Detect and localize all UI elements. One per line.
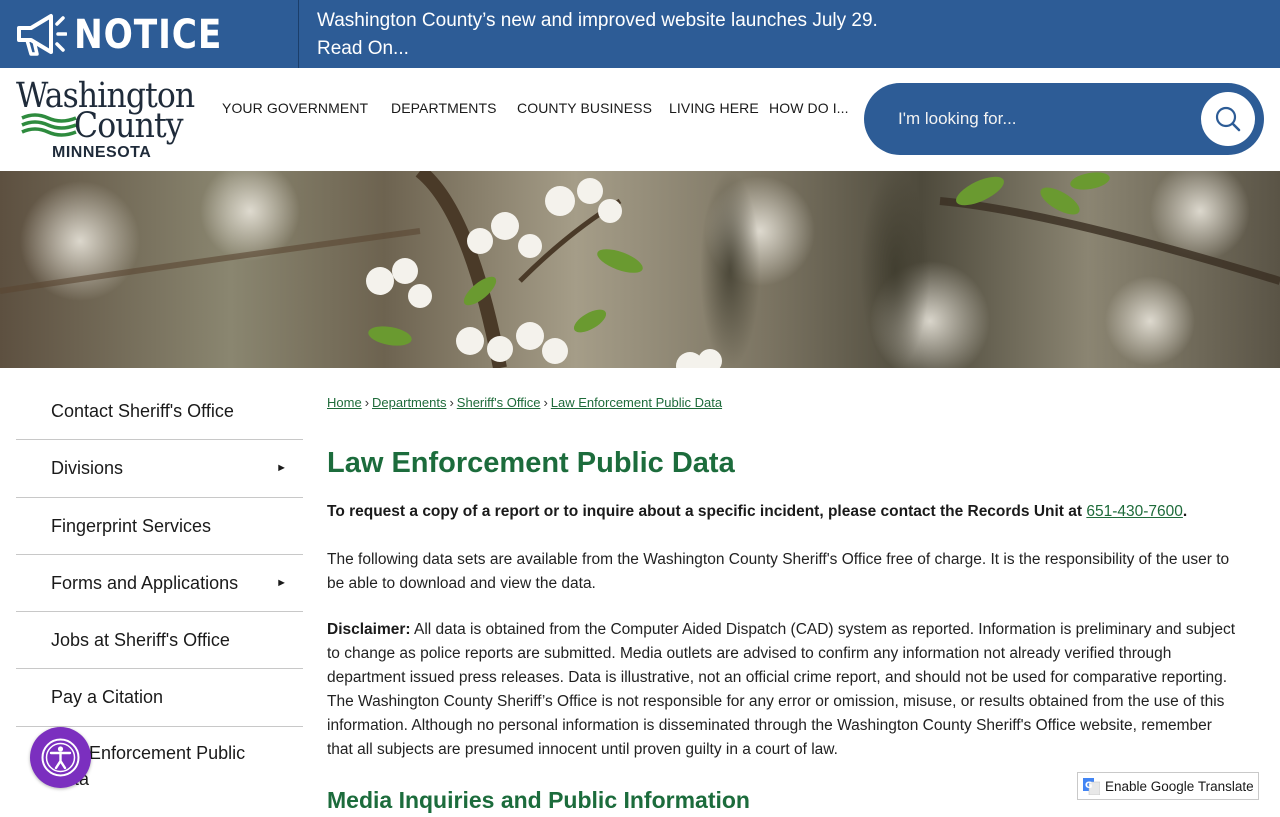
megaphone-icon — [17, 14, 67, 56]
main-content: Home › Departments › Sheriff's Office › Law En… — [327, 395, 1247, 813]
notice-read-on-link[interactable]: Read On... — [317, 35, 878, 63]
sidebar-item-jobs[interactable]: Jobs at Sheriff's Office — [16, 612, 303, 670]
logo-text-minnesota: MINNESOTA — [52, 144, 152, 161]
logo-text-county: County — [74, 106, 184, 146]
logo-waves-icon — [21, 113, 77, 137]
accessibility-button[interactable] — [30, 727, 91, 788]
notice-message-line1[interactable]: Washington County’s new and improved web… — [317, 7, 878, 35]
breadcrumb: Home › Departments › Sheriff's Office › Law En… — [327, 395, 723, 410]
sidebar-item-label: Contact Sheriff's Office — [51, 401, 234, 421]
notice-title: NOTICE — [74, 12, 223, 58]
submenu-arrow-icon[interactable]: ► — [276, 462, 287, 474]
nav-your-government[interactable]: YOUR GOVERNMENT — [222, 100, 368, 116]
notice-message[interactable]: Washington County’s new and improved web… — [317, 7, 878, 63]
notice-label-area: NOTICE — [0, 0, 299, 68]
google-translate-button[interactable]: G Enable Google Translate — [1077, 772, 1259, 800]
sidebar-item-label: Forms and Applications — [51, 572, 239, 593]
sidebar-item-label: Pay a Citation — [51, 687, 164, 708]
sidebar-item-label: Divisions — [51, 458, 124, 479]
sidebar-item-forms[interactable]: Forms and Applications ► — [16, 555, 303, 613]
svg-text:G: G — [1085, 781, 1092, 791]
hero-banner — [0, 171, 1280, 368]
county-logo[interactable]: Washington County MINNESOTA — [14, 76, 195, 164]
search-button[interactable] — [1201, 92, 1255, 146]
site-header: Washington County MINNESOTA YOUR GOVERNM… — [0, 68, 1280, 171]
accessibility-icon — [41, 738, 80, 777]
sidebar-item-pay-citation[interactable]: Pay a Citation — [16, 669, 303, 727]
sidebar-item-divisions[interactable]: Divisions ► — [16, 440, 303, 498]
search-input[interactable] — [898, 105, 1188, 133]
google-translate-icon: G — [1083, 778, 1100, 795]
nav-county-business[interactable]: COUNTY BUSINESS — [517, 100, 652, 116]
breadcrumb-current[interactable]: Law Enforcement Public Data — [551, 395, 722, 410]
nav-departments[interactable]: DEPARTMENTS — [391, 100, 497, 116]
page-title: Law Enforcement Public Data — [327, 447, 735, 479]
disclaimer-paragraph: Disclaimer: All data is obtained from th… — [327, 621, 1236, 758]
records-request-text: To request a copy of a report or to inqu… — [327, 503, 1188, 520]
nav-living-here[interactable]: LIVING HERE — [669, 100, 759, 116]
sidebar-item-fingerprint[interactable]: Fingerprint Services — [16, 498, 303, 555]
media-inquiries-heading: Media Inquiries and Public Information — [327, 787, 750, 813]
search-icon — [1215, 106, 1241, 132]
translate-label: Enable Google Translate — [1105, 779, 1254, 794]
records-phone-link[interactable]: 651-430-7600 — [1086, 503, 1183, 520]
breadcrumb-sheriffs-office[interactable]: Sheriff's Office — [457, 395, 541, 410]
search-bar — [864, 83, 1264, 155]
notice-bar: NOTICE Washington County’s new and impro… — [0, 0, 1280, 68]
blossom-photo — [0, 171, 1280, 368]
nav-how-do-i[interactable]: HOW DO I... — [769, 100, 849, 116]
submenu-arrow-icon[interactable]: ► — [276, 577, 287, 589]
sidebar-item-contact[interactable]: Contact Sheriff's Office — [16, 383, 303, 441]
breadcrumb-departments[interactable]: Departments — [372, 395, 446, 410]
disclaimer-label: Disclaimer: — [327, 621, 411, 638]
breadcrumb-home[interactable]: Home — [327, 395, 362, 410]
sidebar-item-label: Fingerprint Services — [51, 515, 212, 536]
sidebar-item-label: Jobs at Sheriff's Office — [51, 630, 230, 651]
datasets-paragraph: The following data sets are available fr… — [327, 551, 1230, 592]
